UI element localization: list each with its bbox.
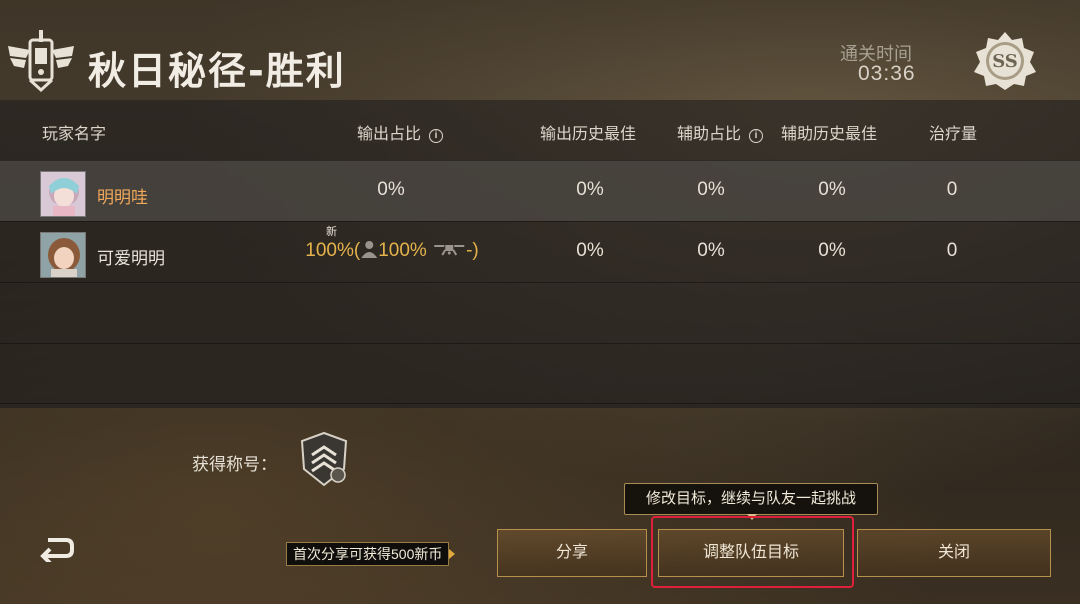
info-icon[interactable]: i: [429, 129, 444, 143]
info-icon[interactable]: i: [749, 129, 764, 143]
avatar[interactable]: [40, 171, 86, 217]
score-table: 玩家名字 输出占比 i 输出历史最佳 辅助占比 i 辅助历史最佳 治疗量 明明哇 0…: [0, 100, 1080, 408]
drone-icon: [434, 245, 465, 256]
table-row: 明明哇 0% 0% 0% 0% 0: [0, 160, 1080, 221]
table-header: 玩家名字 输出占比 i 输出历史最佳 辅助占比 i 辅助历史最佳 治疗量: [0, 100, 1080, 160]
output-best-value: 0%: [576, 179, 604, 200]
share-button[interactable]: 分享: [497, 529, 647, 577]
result-header: 秋日秘径-胜利 通关时间 03:36 SS: [0, 0, 1080, 100]
col-assist-best: 辅助历史最佳: [781, 126, 878, 143]
winged-badge-icon: [8, 30, 74, 92]
assist-ratio-value: 0%: [697, 179, 725, 200]
assist-ratio-value: 0%: [697, 240, 725, 261]
col-output-best: 输出历史最佳: [540, 126, 637, 143]
output-best-value: 0%: [576, 240, 604, 261]
output-ratio-drone: -): [466, 240, 479, 261]
earned-title-label: 获得称号：: [192, 455, 277, 474]
col-assist-ratio-label: 辅助占比: [677, 126, 742, 143]
table-row-empty: [0, 282, 1080, 343]
adjust-team-goal-button[interactable]: 调整队伍目标: [658, 529, 844, 577]
rank-text: SS: [992, 51, 1018, 72]
col-player-name: 玩家名字: [42, 126, 107, 143]
col-healing: 治疗量: [929, 126, 978, 143]
table-row-empty: [0, 343, 1080, 404]
chevron-shield-icon[interactable]: [298, 431, 350, 487]
output-ratio-value: 100%( 100% -): [305, 240, 478, 262]
output-ratio-person: 100%: [378, 240, 427, 261]
output-ratio-value: 0%: [377, 179, 405, 200]
assist-best-value: 0%: [818, 240, 846, 261]
output-ratio-total: 100%(: [305, 240, 361, 261]
table-row: 可爱明明 新 100%( 100% -) 0% 0% 0% 0: [0, 221, 1080, 282]
ss-rank-icon: SS: [974, 32, 1036, 90]
adjust-goal-tooltip: 修改目标，继续与队友一起挑战: [624, 483, 878, 520]
healing-value: 0: [946, 240, 958, 261]
back-arrow-icon[interactable]: [38, 534, 76, 562]
clear-time-value: 03:36: [858, 62, 916, 85]
person-icon: [361, 241, 378, 258]
player-name: 明明哇: [97, 188, 148, 207]
share-reward-hint: 首次分享可获得500新币: [286, 542, 456, 566]
new-record-tag: 新: [326, 226, 337, 238]
col-assist-ratio: 辅助占比 i: [677, 120, 764, 144]
col-output-ratio-label: 输出占比: [357, 126, 422, 143]
healing-value: 0: [946, 179, 958, 200]
level-result-title: 秋日秘径-胜利: [88, 49, 346, 93]
player-name: 可爱明明: [97, 249, 165, 268]
close-button[interactable]: 关闭: [857, 529, 1051, 577]
avatar[interactable]: [40, 232, 86, 278]
col-output-ratio: 输出占比 i: [357, 120, 444, 144]
assist-best-value: 0%: [818, 179, 846, 200]
